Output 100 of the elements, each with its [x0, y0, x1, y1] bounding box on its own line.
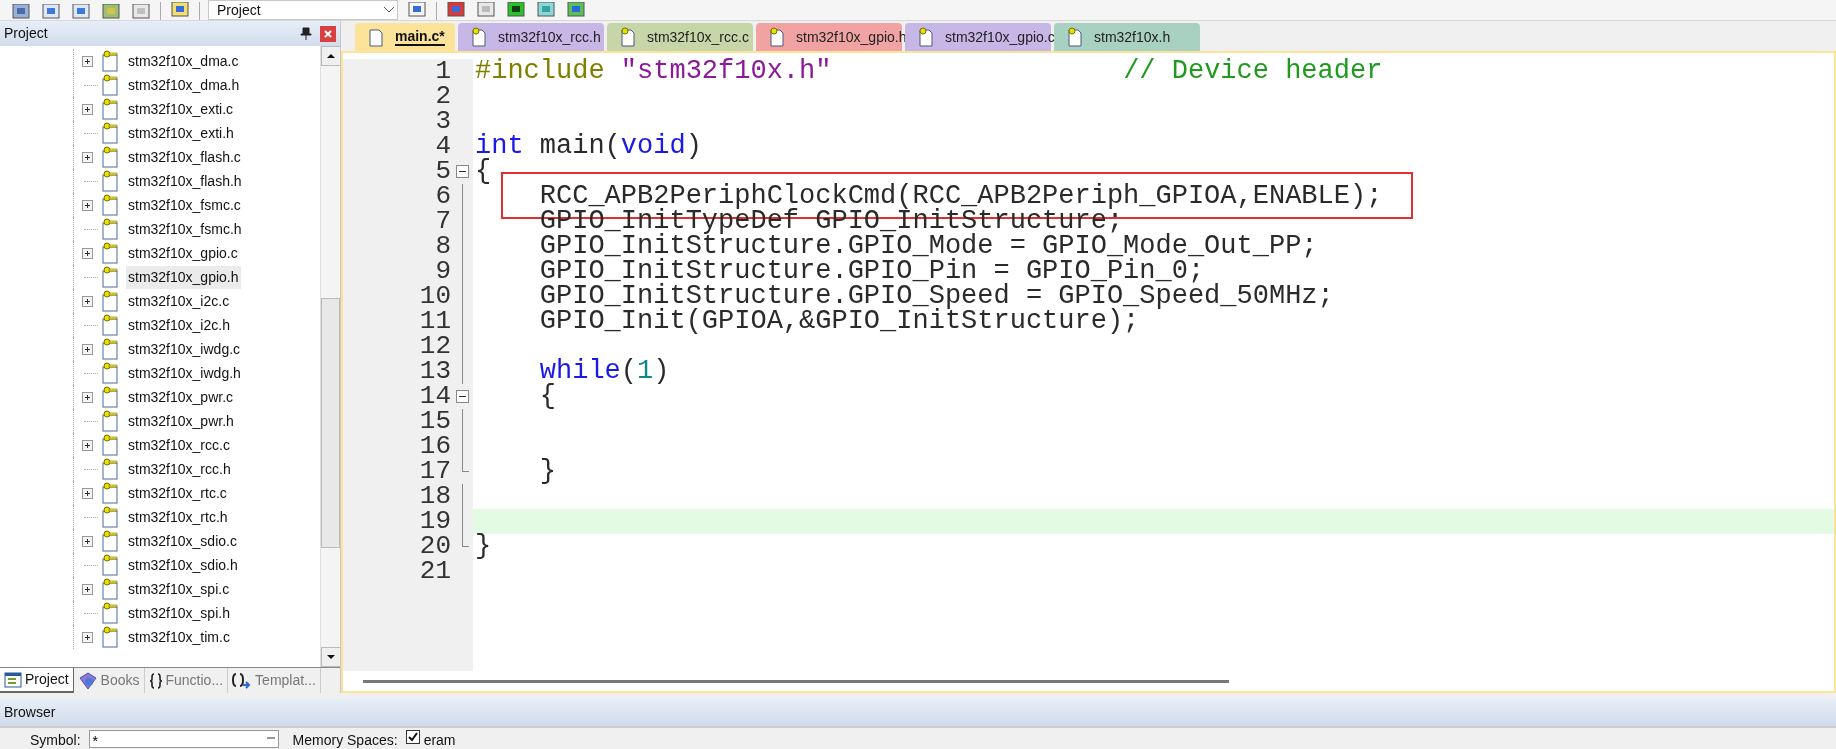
file-item[interactable]: stm32f10x_iwdg.h: [126, 361, 243, 385]
expand-icon[interactable]: [82, 487, 93, 499]
file-item[interactable]: stm32f10x_exti.h: [126, 121, 236, 145]
scroll-down-icon[interactable]: [321, 647, 340, 667]
collapse-icon[interactable]: [455, 165, 469, 178]
file-item[interactable]: stm32f10x_rcc.c: [126, 433, 232, 457]
line-number: 10: [418, 284, 451, 309]
file-item[interactable]: stm32f10x_pwr.h: [126, 409, 236, 433]
file-key-icon: [100, 410, 120, 432]
code-line: int main(void): [475, 134, 702, 159]
expand-icon[interactable]: [82, 55, 93, 67]
code-line: GPIO_InitStructure.GPIO_Pin = GPIO_Pin_0;: [538, 259, 1205, 284]
line-number: 18: [418, 484, 451, 509]
template-icon: [232, 671, 253, 690]
file-item[interactable]: stm32f10x_flash.c: [126, 145, 243, 169]
file-item[interactable]: stm32f10x_iwdg.c: [126, 337, 243, 361]
line-number: 19: [418, 509, 451, 534]
file-item[interactable]: stm32f10x_sdio.c: [126, 529, 239, 553]
file-item[interactable]: stm32f10x_i2c.h: [126, 313, 232, 337]
panel-tab[interactable]: Project: [0, 668, 74, 693]
file-key-icon: [100, 122, 120, 144]
file-item[interactable]: stm32f10x_gpio.h: [126, 265, 241, 289]
code-line: while(1): [538, 359, 670, 384]
scroll-up-icon[interactable]: [321, 46, 340, 66]
expand-icon[interactable]: [82, 151, 93, 163]
line-number: 2: [434, 84, 451, 109]
line-number: 9: [434, 259, 451, 284]
panel-tab[interactable]: Functio...: [144, 668, 229, 693]
file-item[interactable]: stm32f10x_dma.c: [126, 49, 241, 73]
collapse-icon[interactable]: [455, 390, 469, 403]
line-number: 8: [434, 234, 451, 259]
file-item[interactable]: stm32f10x_tim.c: [126, 625, 232, 649]
file-item[interactable]: stm32f10x_i2c.c: [126, 289, 232, 313]
file-item[interactable]: stm32f10x_pwr.c: [126, 385, 236, 409]
file-tab[interactable]: main.c*: [355, 23, 455, 51]
memory-spaces-label: Memory Spaces:: [292, 731, 398, 749]
line-number: 20: [418, 534, 451, 559]
close-icon: [323, 28, 333, 39]
file-item[interactable]: stm32f10x_rtc.c: [126, 481, 229, 505]
file-item[interactable]: stm32f10x_dma.h: [126, 73, 242, 97]
panel-tab[interactable]: Books: [73, 668, 145, 693]
line-number: 7: [434, 209, 451, 234]
expand-icon[interactable]: [82, 583, 93, 595]
line-number: 16: [418, 434, 451, 459]
file-item[interactable]: stm32f10x_rtc.h: [126, 505, 230, 529]
symbol-label: Symbol:: [30, 731, 81, 749]
scroll-thumb[interactable]: [321, 298, 340, 548]
file-key-icon: [100, 602, 120, 624]
file-item[interactable]: stm32f10x_gpio.c: [126, 241, 240, 265]
braces-icon: [148, 672, 163, 689]
file-key-icon: [917, 27, 935, 47]
horizontal-scrollbar[interactable]: [363, 679, 1229, 683]
file-key-icon: [100, 434, 120, 456]
file-key-icon: [470, 27, 488, 47]
file-item[interactable]: stm32f10x_fsmc.h: [126, 217, 244, 241]
file-key-icon: [100, 74, 120, 96]
expand-icon[interactable]: [82, 535, 93, 547]
target-dropdown[interactable]: Project: [208, 0, 398, 20]
project-window-icon: [4, 671, 22, 688]
close-button[interactable]: [320, 25, 336, 42]
vertical-scrollbar[interactable]: [320, 46, 340, 667]
file-tab[interactable]: stm32f10x_rcc.h: [458, 23, 604, 51]
line-number: 13: [418, 359, 451, 384]
file-item[interactable]: stm32f10x_rcc.h: [126, 457, 233, 481]
expand-icon[interactable]: [82, 343, 93, 355]
expand-icon[interactable]: [82, 295, 93, 307]
file-icon: [367, 27, 385, 47]
file-item[interactable]: stm32f10x_flash.h: [126, 169, 244, 193]
line-number: 17: [418, 459, 451, 484]
file-item[interactable]: stm32f10x_spi.c: [126, 577, 232, 601]
file-item[interactable]: stm32f10x_sdio.h: [126, 553, 240, 577]
file-key-icon: [1066, 27, 1084, 47]
expand-icon[interactable]: [82, 199, 93, 211]
file-item[interactable]: stm32f10x_fsmc.c: [126, 193, 243, 217]
file-item[interactable]: stm32f10x_exti.c: [126, 97, 236, 121]
file-key-icon: [100, 386, 120, 408]
panel-tab[interactable]: Templat...: [228, 668, 321, 693]
file-key-icon: [100, 314, 120, 336]
code-line: {: [475, 159, 492, 184]
file-key-icon: [100, 194, 120, 216]
expand-icon[interactable]: [82, 103, 93, 115]
file-tab[interactable]: stm32f10x_rcc.c: [607, 23, 753, 51]
expand-icon[interactable]: [82, 391, 93, 403]
file-key-icon: [100, 338, 120, 360]
pin-icon[interactable]: [300, 26, 312, 41]
line-number: 4: [434, 134, 451, 159]
file-key-icon: [100, 626, 120, 648]
symbol-field[interactable]: *: [88, 730, 279, 748]
file-key-icon: [100, 218, 120, 240]
code-line: #include "stm32f10x.h" // Device header: [475, 59, 1383, 84]
file-item[interactable]: stm32f10x_spi.h: [126, 601, 232, 625]
file-key-icon: [100, 146, 120, 168]
expand-icon[interactable]: [82, 631, 93, 643]
file-tab[interactable]: stm32f10x.h: [1054, 23, 1200, 51]
line-number: 11: [418, 309, 451, 334]
file-key-icon: [100, 98, 120, 120]
expand-icon[interactable]: [82, 439, 93, 451]
eram-checkbox[interactable]: [405, 730, 420, 744]
expand-icon[interactable]: [82, 247, 93, 259]
file-key-icon: [100, 506, 120, 528]
